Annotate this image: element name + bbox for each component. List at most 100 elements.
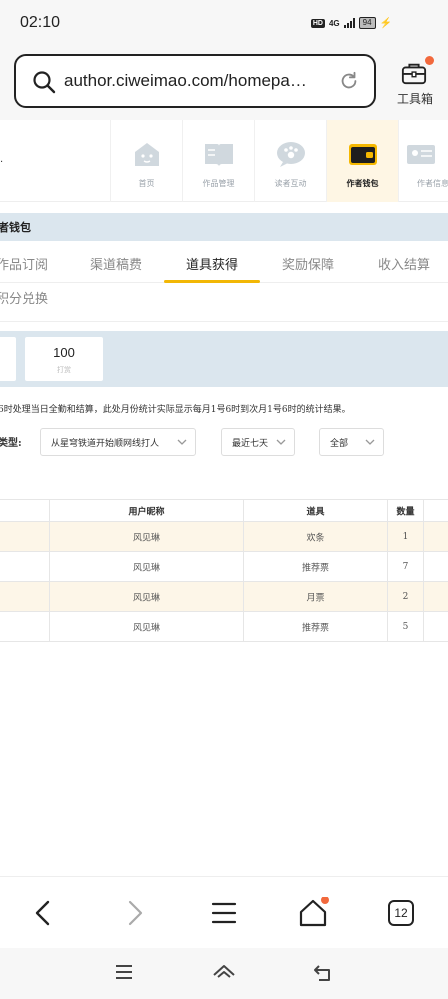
type-select[interactable]: 全部 [319, 428, 384, 456]
tab-points-exchange[interactable]: 积分兑换 [0, 288, 48, 307]
url-text[interactable]: author.ciweimao.com/homepa… [64, 71, 307, 91]
chevron-down-icon [276, 439, 286, 445]
nav-item-works[interactable]: 作品管理 [182, 120, 254, 202]
period-select[interactable]: 最近七天 [221, 428, 295, 456]
cell-count-text: 2 [402, 591, 409, 602]
browser-bottom-nav: 12 [0, 876, 448, 948]
tab-channel-fees[interactable]: 渠道稿费 [90, 254, 142, 273]
tab-subscriptions[interactable]: 作品订阅 [0, 254, 48, 273]
cell-user: 风见琳 [49, 552, 243, 581]
nav-item-profile[interactable]: 作者信息 [398, 120, 448, 202]
cell-item-text: 欢条 [306, 533, 325, 543]
stat-label: 打赏 [57, 366, 71, 374]
nav-edge-dot: . [0, 154, 4, 165]
header-user: 用户昵称 [49, 500, 243, 521]
status-time: 02:10 [20, 14, 61, 31]
cell-item: 欢条 [243, 522, 387, 551]
tab-items-received[interactable]: 道具获得 [186, 254, 238, 273]
cell-item: 推荐票 [243, 552, 387, 581]
address-bar[interactable]: author.ciweimao.com/homepa… [14, 54, 376, 108]
section-title-bar: 者钱包 [0, 213, 448, 241]
cell-extra [423, 582, 448, 611]
nav-item-home[interactable]: 首页 [110, 120, 182, 202]
cell-user: 风见琳 [49, 612, 243, 641]
section-title: 者钱包 [0, 221, 31, 234]
cell-item-text: 月票 [306, 593, 325, 603]
toolbox-icon [401, 63, 427, 85]
nav-label-home: 首页 [138, 179, 155, 188]
cell-user: 风见琳 [49, 522, 243, 551]
cell-count: 1 [387, 522, 423, 551]
back-icon[interactable] [28, 897, 60, 929]
tab-settlement[interactable]: 收入结算 [378, 254, 430, 273]
stat-value: 100 [53, 345, 75, 360]
id-card-icon [407, 145, 435, 164]
header-count-label: 数量 [396, 507, 415, 517]
status-indicators: HD 4G 94 ⚡ [310, 17, 392, 29]
header-count: 数量 [387, 500, 423, 521]
system-home-icon[interactable] [212, 960, 236, 984]
charging-icon: ⚡ [379, 17, 392, 29]
wallet-tabs: 作品订阅 渠道稿费 道具获得 奖励保障 收入结算 积分兑换 [0, 242, 448, 322]
menu-icon[interactable] [208, 897, 240, 929]
stat-card-tips: 100 打赏 [25, 337, 103, 381]
chevron-down-icon [177, 439, 187, 445]
cell-extra [423, 522, 448, 551]
chat-paw-icon [276, 142, 305, 167]
network-label: 4G [328, 18, 340, 28]
source-select-value: 从星穹铁道开始顺网线打人 [51, 439, 160, 449]
nav-item-wallet[interactable]: 作者钱包 [326, 120, 398, 202]
cell-count: 2 [387, 582, 423, 611]
table-row: 风见琳 推荐票 7 [0, 552, 448, 582]
home-icon [134, 143, 159, 166]
stats-band: 100 打赏 [0, 331, 448, 387]
nav-label-readers: 读者互动 [274, 179, 307, 188]
signal-icon [343, 18, 355, 28]
header-item: 道具 [243, 500, 387, 521]
table-header-row: 用户昵称 道具 数量 [0, 499, 448, 522]
table-row: 风见琳 欢条 1 [0, 522, 448, 552]
source-select[interactable]: 从星穹铁道开始顺网线打人 [40, 428, 196, 456]
notification-dot [425, 56, 434, 65]
table-row: 风见琳 月票 2 [0, 582, 448, 612]
cell-item: 月票 [243, 582, 387, 611]
cell-count-text: 5 [402, 621, 409, 632]
toolbox-button[interactable]: 工具箱 [392, 56, 438, 108]
forward-icon[interactable] [118, 897, 150, 929]
cell-extra [423, 612, 448, 641]
stat-card-partial [0, 337, 16, 381]
cell-count-text: 1 [402, 531, 409, 542]
search-icon [33, 71, 56, 94]
toolbox-label: 工具箱 [396, 92, 433, 106]
cell-user-text: 风见琳 [132, 563, 160, 573]
cell-count-text: 7 [402, 561, 409, 572]
nav-label-wallet: 作者钱包 [346, 178, 379, 188]
cell-item: 推荐票 [243, 612, 387, 641]
page: 02:10 HD 4G 94 ⚡ author.ciweimao.com/hom… [0, 0, 448, 999]
nav-label-works: 作品管理 [202, 179, 235, 188]
notice-text: 6时处理当日全勤和结算，此处月份统计实际显示每月1号6时到次月1号6时的统计结果… [0, 405, 351, 415]
reload-icon[interactable] [338, 70, 360, 92]
chevron-down-icon [365, 439, 375, 445]
cell-item-text: 推荐票 [301, 623, 329, 633]
header-item-label: 道具 [306, 507, 325, 517]
cell-user: 风见琳 [49, 582, 243, 611]
system-back-icon[interactable] [311, 960, 335, 984]
recent-apps-icon[interactable] [112, 960, 136, 984]
wallet-icon [348, 144, 377, 165]
header-user-label: 用户昵称 [128, 507, 165, 517]
tab-count-button[interactable]: 12 [388, 900, 414, 926]
tab-rewards[interactable]: 奖励保障 [282, 254, 334, 273]
home-button-icon[interactable] [297, 897, 329, 929]
hd-badge: HD [310, 18, 325, 28]
nav-label-profile: 作者信息 [417, 179, 448, 188]
cell-user-text: 风见琳 [132, 623, 160, 633]
cell-count: 7 [387, 552, 423, 581]
status-bar: 02:10 HD 4G 94 ⚡ [0, 0, 448, 50]
nav-item-readers[interactable]: 读者互动 [254, 120, 326, 202]
filter-label: 类型: [0, 438, 22, 449]
cell-item-text: 推荐票 [301, 563, 329, 573]
period-select-value: 最近七天 [232, 439, 269, 449]
browser-toolbar: author.ciweimao.com/homepa… 工具箱 [0, 50, 448, 120]
cell-user-text: 风见琳 [132, 593, 160, 603]
